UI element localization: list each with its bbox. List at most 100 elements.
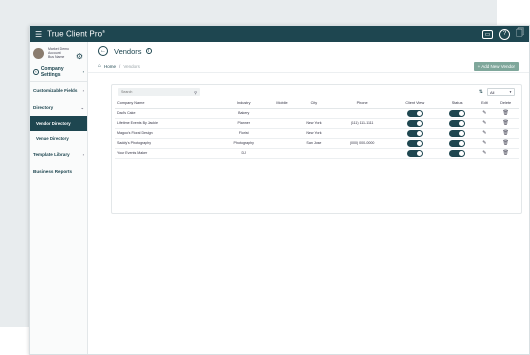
- table-toolbar: ⚲ ⇅ All ▼: [112, 85, 521, 99]
- info-icon[interactable]: i: [145, 48, 152, 54]
- sidebar-item-vendor-directory[interactable]: Vendor Directory: [30, 115, 87, 131]
- cell-industry: Bakery: [219, 108, 269, 119]
- cell-client-view: [391, 108, 438, 119]
- sidebar-item-venue-directory[interactable]: Venue Directory: [30, 131, 87, 146]
- table-row: Dad's Cake Bakery ✎ 🗑: [115, 108, 519, 119]
- client-view-toggle[interactable]: [406, 149, 423, 157]
- cell-edit: ✎: [476, 108, 493, 119]
- status-filter-value: All: [490, 89, 495, 95]
- pencil-icon[interactable]: ✎: [482, 140, 486, 146]
- home-icon[interactable]: ⌂: [98, 63, 101, 69]
- cell-city: New York: [295, 128, 333, 139]
- status-toggle[interactable]: [449, 109, 466, 117]
- pencil-icon[interactable]: ✎: [482, 150, 486, 156]
- cell-status: [437, 108, 477, 119]
- hamburger-menu-icon[interactable]: ☰: [35, 30, 42, 39]
- cell-industry: Photography: [219, 138, 269, 149]
- cart-icon[interactable]: 🗍: [516, 27, 524, 41]
- search-icon[interactable]: ⚲: [194, 90, 197, 95]
- profile-info: Market Demo Account Bus Name: [48, 47, 69, 60]
- main-content: ← Vendors i ⌂ Home / Vendors + Add New V…: [88, 42, 529, 354]
- avatar: [33, 47, 44, 59]
- pencil-icon[interactable]: ✎: [482, 130, 486, 136]
- gear-icon[interactable]: ⚙: [76, 52, 83, 61]
- cell-company[interactable]: Lifetime Events By Jackie: [115, 118, 220, 129]
- brand-mark: ®: [102, 29, 106, 35]
- cell-status: [437, 138, 477, 149]
- status-filter-select[interactable]: All ▼: [487, 88, 515, 96]
- cell-status: [437, 128, 477, 139]
- breadcrumb-separator: /: [119, 63, 121, 69]
- profile-block[interactable]: Market Demo Account Bus Name ⚙: [30, 42, 87, 63]
- help-icon[interactable]: ?: [499, 28, 510, 40]
- cell-delete: 🗑: [492, 138, 519, 149]
- company-settings-link[interactable]: ‹ Company Settings ›: [30, 63, 87, 82]
- cell-mobile: [268, 138, 296, 149]
- chevron-right-icon: ›: [82, 87, 84, 93]
- company-settings-label: Company Settings: [40, 65, 64, 78]
- trash-icon[interactable]: 🗑: [502, 140, 508, 146]
- search-input[interactable]: [121, 90, 191, 94]
- status-toggle[interactable]: [449, 129, 466, 137]
- chat-icon[interactable]: ▭: [482, 29, 493, 39]
- breadcrumb-row: ⌂ Home / Vendors + Add New Vendor: [88, 60, 529, 73]
- cell-phone: (111) 111-1111: [332, 118, 392, 129]
- cell-status: [437, 148, 477, 159]
- cell-city: [295, 148, 333, 159]
- cell-delete: 🗑: [492, 128, 519, 139]
- sidebar-item-customizable-fields[interactable]: Customizable Fields ›: [30, 82, 87, 99]
- cell-company[interactable]: Your Events Maker: [115, 148, 220, 159]
- client-view-toggle[interactable]: [406, 119, 423, 127]
- sidebar-item-directory[interactable]: Directory ⌄: [30, 99, 87, 116]
- caret-down-icon: ▼: [509, 90, 512, 94]
- client-view-toggle[interactable]: [406, 129, 423, 137]
- back-arrow-icon[interactable]: ←: [98, 46, 108, 56]
- status-toggle[interactable]: [449, 119, 466, 127]
- sidebar-item-business-reports[interactable]: Business Reports: [30, 163, 87, 180]
- vendor-table-card: ⚲ ⇅ All ▼ Company Name Industry Mobile C…: [111, 84, 522, 214]
- client-view-toggle[interactable]: [406, 139, 423, 147]
- cell-status: [437, 118, 477, 129]
- trash-icon[interactable]: 🗑: [502, 120, 508, 126]
- cell-client-view: [391, 138, 438, 149]
- app-window: ☰ True Client Pro® ▭ ? 🗍 Market Demo Acc…: [29, 25, 530, 355]
- column-header-city[interactable]: City: [295, 99, 333, 109]
- cell-edit: ✎: [476, 118, 493, 129]
- trash-icon[interactable]: 🗑: [502, 130, 508, 136]
- page-title: Vendors: [114, 46, 142, 56]
- chevron-left-circle-icon: ‹: [33, 68, 39, 75]
- cell-city: San Jose: [295, 138, 333, 149]
- trash-icon[interactable]: 🗑: [502, 150, 508, 156]
- trash-icon[interactable]: 🗑: [502, 110, 508, 116]
- pencil-icon[interactable]: ✎: [482, 120, 486, 126]
- status-toggle[interactable]: [449, 149, 466, 157]
- column-header-company[interactable]: Company Name: [115, 99, 220, 109]
- cell-edit: ✎: [476, 128, 493, 139]
- add-new-vendor-button[interactable]: + Add New Vendor: [473, 61, 519, 71]
- cell-delete: 🗑: [492, 118, 519, 129]
- filter-icon[interactable]: ⇅: [479, 89, 483, 95]
- client-view-toggle[interactable]: [406, 109, 423, 117]
- sidebar-item-template-library[interactable]: Template Library ›: [30, 146, 87, 163]
- column-header-status: Status: [437, 99, 477, 109]
- cell-company[interactable]: Dad's Cake: [115, 108, 220, 119]
- cell-industry: DJ: [219, 148, 269, 159]
- cell-client-view: [391, 148, 438, 159]
- column-header-industry[interactable]: Industry: [219, 99, 269, 109]
- sidebar: Market Demo Account Bus Name ⚙ ‹ Company…: [30, 42, 88, 354]
- search-box: ⚲: [118, 88, 200, 96]
- cell-delete: 🗑: [492, 108, 519, 119]
- cell-company[interactable]: Saddy's Photography: [115, 138, 220, 149]
- pencil-icon[interactable]: ✎: [482, 110, 486, 116]
- sidebar-item-label: Template Library: [33, 151, 70, 157]
- brand-logo: True Client Pro®: [47, 29, 105, 39]
- topbar-actions: ▭ ? 🗍: [482, 27, 524, 41]
- status-toggle[interactable]: [449, 139, 466, 147]
- chevron-down-icon: ⌄: [80, 104, 84, 110]
- cell-phone: [332, 108, 392, 119]
- breadcrumb-home[interactable]: Home: [104, 64, 116, 69]
- cell-company[interactable]: Magoo's Floral Design: [115, 128, 220, 139]
- column-header-phone: Phone: [332, 99, 392, 109]
- cell-mobile: [268, 108, 296, 119]
- cell-mobile: [268, 148, 296, 159]
